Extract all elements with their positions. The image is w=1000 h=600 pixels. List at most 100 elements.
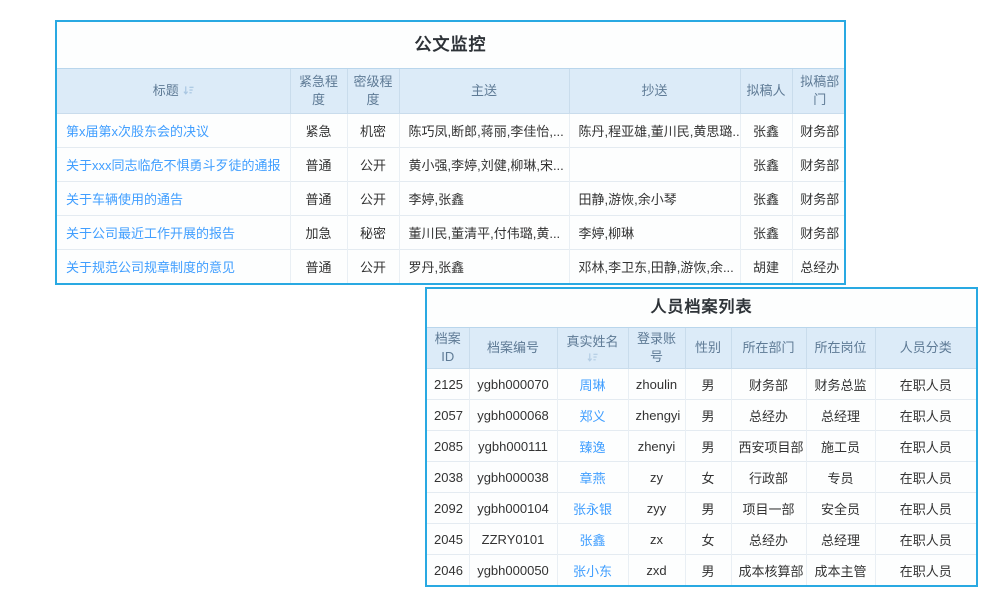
cell-real-name: 郑义 [557, 400, 628, 431]
cell-security: 公开 [347, 250, 399, 284]
table-row: 2057 ygbh000068 郑义 zhengyi 男 总经办 总经理 在职人… [427, 400, 976, 431]
table-row: 2038 ygbh000038 章燕 zy 女 行政部 专员 在职人员 [427, 462, 976, 493]
cell-position: 总经理 [806, 400, 875, 431]
cell-title: 关于xxx同志临危不惧勇斗歹徒的通报 [57, 148, 290, 182]
table-row: 关于规范公司规章制度的意见 普通 公开 罗丹,张鑫 邓林,李卫东,田静,游恢,余… [57, 250, 846, 284]
cell-main-send: 罗丹,张鑫 [399, 250, 569, 284]
cell-draft-dept: 财务部 [792, 114, 846, 148]
cell-archive-id: 2045 [427, 524, 469, 555]
cell-drafter: 张鑫 [740, 114, 792, 148]
cell-urgency: 普通 [290, 148, 347, 182]
col-header-archive-no: 档案编号 [469, 328, 557, 369]
col-header-title[interactable]: 标题 [57, 69, 290, 114]
doc-title-link[interactable]: 关于规范公司规章制度的意见 [66, 260, 235, 275]
real-name-link[interactable]: 章燕 [579, 471, 605, 486]
cell-draft-dept: 财务部 [792, 182, 846, 216]
cell-main-send: 董川民,董清平,付伟璐,黄... [399, 216, 569, 250]
table-row: 关于公司最近工作开展的报告 加急 秘密 董川民,董清平,付伟璐,黄... 李婷,… [57, 216, 846, 250]
cell-security: 秘密 [347, 216, 399, 250]
cell-title: 关于公司最近工作开展的报告 [57, 216, 290, 250]
cell-department: 成本核算部 [731, 555, 806, 586]
cell-archive-no: ygbh000038 [469, 462, 557, 493]
cell-gender: 女 [685, 524, 731, 555]
doc-monitor-table: 标题 紧急程度 密级程度 主送 抄送 拟稿人 拟稿部门 第x届第x次股东会的决议… [57, 68, 846, 283]
cell-position: 专员 [806, 462, 875, 493]
doc-header-row: 标题 紧急程度 密级程度 主送 抄送 拟稿人 拟稿部门 [57, 69, 846, 114]
cell-cc: 田静,游恢,余小琴 [569, 182, 740, 216]
doc-title-link[interactable]: 关于车辆使用的通告 [66, 192, 183, 207]
personnel-archive-panel: 人员档案列表 档案ID 档案编号 真实姓名 登录账号 性别 所在部门 所在岗位 … [425, 287, 978, 587]
cell-real-name: 章燕 [557, 462, 628, 493]
cell-drafter: 张鑫 [740, 148, 792, 182]
cell-real-name: 张鑫 [557, 524, 628, 555]
real-name-link[interactable]: 臻逸 [579, 440, 605, 455]
cell-login-account: zhoulin [628, 369, 685, 400]
cell-draft-dept: 总经办 [792, 250, 846, 284]
cell-archive-id: 2125 [427, 369, 469, 400]
cell-position: 成本主管 [806, 555, 875, 586]
table-row: 2125 ygbh000070 周琳 zhoulin 男 财务部 财务总监 在职… [427, 369, 976, 400]
cell-gender: 男 [685, 555, 731, 586]
col-header-real-name-label: 真实姓名 [566, 334, 618, 349]
doc-monitor-title: 公文监控 [57, 22, 844, 68]
cell-department: 项目一部 [731, 493, 806, 524]
cell-drafter: 张鑫 [740, 182, 792, 216]
col-header-real-name[interactable]: 真实姓名 [557, 328, 628, 369]
real-name-link[interactable]: 张永银 [573, 502, 612, 517]
cell-drafter: 张鑫 [740, 216, 792, 250]
table-row: 第x届第x次股东会的决议 紧急 机密 陈巧凤,断郎,蒋丽,李佳怡,... 陈丹,… [57, 114, 846, 148]
col-header-security: 密级程度 [347, 69, 399, 114]
cell-position: 施工员 [806, 431, 875, 462]
sort-icon[interactable] [562, 352, 624, 363]
real-name-link[interactable]: 周琳 [579, 378, 605, 393]
col-header-cc: 抄送 [569, 69, 740, 114]
cell-category: 在职人员 [875, 524, 976, 555]
cell-department: 财务部 [731, 369, 806, 400]
cell-real-name: 张永银 [557, 493, 628, 524]
cell-login-account: zhenyi [628, 431, 685, 462]
table-row: 2085 ygbh000111 臻逸 zhenyi 男 西安项目部 施工员 在职… [427, 431, 976, 462]
table-row: 关于车辆使用的通告 普通 公开 李婷,张鑫 田静,游恢,余小琴 张鑫 财务部 [57, 182, 846, 216]
cell-gender: 男 [685, 431, 731, 462]
cell-archive-no: ZZRY0101 [469, 524, 557, 555]
cell-main-send: 陈巧凤,断郎,蒋丽,李佳怡,... [399, 114, 569, 148]
cell-cc: 邓林,李卫东,田静,游恢,余... [569, 250, 740, 284]
cell-cc [569, 148, 740, 182]
cell-urgency: 普通 [290, 250, 347, 284]
cell-archive-id: 2092 [427, 493, 469, 524]
cell-category: 在职人员 [875, 555, 976, 586]
col-header-archive-id: 档案ID [427, 328, 469, 369]
col-header-drafter: 拟稿人 [740, 69, 792, 114]
doc-title-link[interactable]: 第x届第x次股东会的决议 [66, 124, 209, 139]
cell-archive-no: ygbh000070 [469, 369, 557, 400]
col-header-draft-dept: 拟稿部门 [792, 69, 846, 114]
cell-urgency: 加急 [290, 216, 347, 250]
cell-archive-no: ygbh000068 [469, 400, 557, 431]
cell-archive-id: 2057 [427, 400, 469, 431]
real-name-link[interactable]: 郑义 [579, 409, 605, 424]
cell-position: 财务总监 [806, 369, 875, 400]
real-name-link[interactable]: 张鑫 [579, 533, 605, 548]
cell-title: 第x届第x次股东会的决议 [57, 114, 290, 148]
cell-login-account: zy [628, 462, 685, 493]
doc-title-link[interactable]: 关于公司最近工作开展的报告 [66, 226, 235, 241]
sort-icon[interactable] [183, 83, 194, 101]
cell-gender: 男 [685, 400, 731, 431]
cell-category: 在职人员 [875, 369, 976, 400]
cell-urgency: 普通 [290, 182, 347, 216]
doc-title-link[interactable]: 关于xxx同志临危不惧勇斗歹徒的通报 [66, 158, 281, 173]
col-header-urgency: 紧急程度 [290, 69, 347, 114]
col-header-position: 所在岗位 [806, 328, 875, 369]
cell-category: 在职人员 [875, 493, 976, 524]
cell-category: 在职人员 [875, 400, 976, 431]
cell-gender: 女 [685, 462, 731, 493]
cell-draft-dept: 财务部 [792, 148, 846, 182]
table-row: 2092 ygbh000104 张永银 zyy 男 项目一部 安全员 在职人员 [427, 493, 976, 524]
cell-login-account: zyy [628, 493, 685, 524]
cell-category: 在职人员 [875, 462, 976, 493]
real-name-link[interactable]: 张小东 [573, 564, 612, 579]
cell-gender: 男 [685, 493, 731, 524]
table-row: 关于xxx同志临危不惧勇斗歹徒的通报 普通 公开 黄小强,李婷,刘健,柳琳,宋.… [57, 148, 846, 182]
cell-login-account: zx [628, 524, 685, 555]
cell-security: 公开 [347, 182, 399, 216]
